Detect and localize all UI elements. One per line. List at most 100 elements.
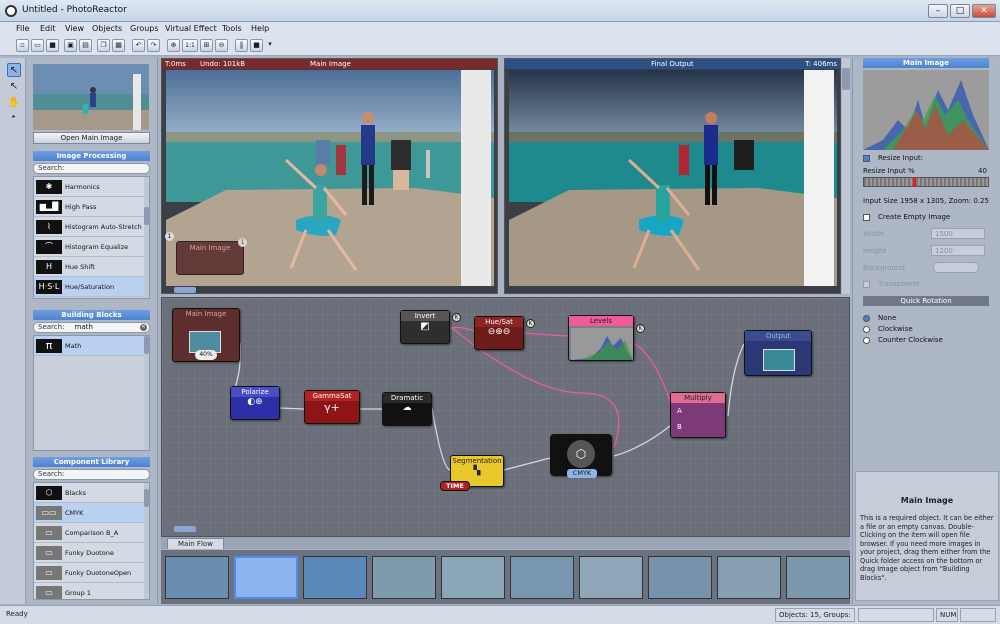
- building-blocks-search[interactable]: Search: math ✕: [33, 322, 150, 333]
- menu-tools[interactable]: Tools: [222, 24, 242, 33]
- clear-search-icon[interactable]: ✕: [140, 324, 147, 331]
- height-field[interactable]: 1200: [931, 245, 985, 256]
- undo-icon[interactable]: ↶: [132, 39, 145, 52]
- node-cmyk[interactable]: ⬡ CMYK: [550, 434, 612, 478]
- film-thumbnail[interactable]: [579, 556, 643, 599]
- node-dramatic[interactable]: Dramatic ☁: [382, 392, 432, 426]
- close-button[interactable]: ✕: [972, 4, 996, 18]
- zoom-in-icon[interactable]: ⊕: [167, 39, 180, 52]
- main-image-thumbnail[interactable]: [33, 64, 149, 130]
- stop-icon[interactable]: ■: [250, 39, 263, 52]
- create-empty-checkbox[interactable]: [863, 214, 870, 221]
- node-invert[interactable]: Invert ◩ K: [400, 310, 461, 344]
- resize-pct-value: 40: [978, 167, 987, 175]
- redo-icon[interactable]: ↷: [147, 39, 160, 52]
- component-library-search[interactable]: Search:: [33, 469, 150, 480]
- film-thumbnail[interactable]: [648, 556, 712, 599]
- rotation-clockwise-radio[interactable]: [863, 326, 870, 333]
- node-output[interactable]: Output: [744, 330, 812, 376]
- select-arrow-icon[interactable]: ↖: [7, 63, 21, 77]
- node-huesat[interactable]: Hue/Sat ⊖⊕⊖ K: [474, 316, 535, 350]
- list-item[interactable]: ▭▭ CMYK: [34, 503, 149, 523]
- fit-icon[interactable]: ⊞: [200, 39, 213, 52]
- main-viewer-scroll-thumb[interactable]: [174, 287, 196, 293]
- pause-icon[interactable]: ‖: [235, 39, 248, 52]
- paste-icon[interactable]: ▦: [112, 39, 125, 52]
- flow-canvas[interactable]: Main Image 40% Polarize ◐⊕ GammaSat γ+ D…: [161, 297, 850, 537]
- copy-icon[interactable]: ❐: [97, 39, 110, 52]
- list-item[interactable]: π Math: [34, 336, 149, 356]
- list-item[interactable]: ⌇ Histogram Auto-Stretch: [34, 217, 149, 237]
- minimize-button[interactable]: –: [928, 4, 948, 18]
- main-image-viewer[interactable]: T:0ms Undo: 101kB Main Image 1 Main Imag…: [161, 58, 498, 294]
- component-library-list: ⬡ Blacks ▭▭ CMYK ▭ Comparison B_A ▭ Funky Du…: [33, 482, 150, 600]
- expand-arrow-icon[interactable]: ▸: [7, 110, 21, 124]
- open-folder-icon[interactable]: ▭: [31, 39, 44, 52]
- list-item[interactable]: H Hue Shift: [34, 257, 149, 277]
- save-as-icon[interactable]: ▣: [64, 39, 77, 52]
- new-file-icon[interactable]: ▫: [16, 39, 29, 52]
- quick-rotation-header: Quick Rotation: [863, 296, 989, 306]
- list-item[interactable]: ⬡ Blacks: [34, 483, 149, 503]
- film-thumbnail[interactable]: [717, 556, 781, 599]
- zoom-out-icon[interactable]: ⊖: [215, 39, 228, 52]
- resize-slider-knob[interactable]: [913, 177, 917, 187]
- menu-edit[interactable]: Edit: [40, 24, 56, 33]
- resize-slider[interactable]: [863, 177, 989, 187]
- hand-pan-icon[interactable]: ✋: [7, 96, 21, 110]
- viewer-scrollbar[interactable]: [842, 58, 850, 294]
- rotation-none-radio[interactable]: [863, 315, 870, 322]
- port-a[interactable]: A: [677, 407, 682, 415]
- list-item[interactable]: ▭ Comparison B_A: [34, 523, 149, 543]
- zoom-actual-button[interactable]: 1:1: [182, 39, 198, 52]
- film-thumbnail[interactable]: [234, 556, 298, 599]
- node-levels[interactable]: Levels K: [568, 315, 645, 361]
- final-output-viewer[interactable]: Final Output T: 406ms: [504, 58, 841, 294]
- resize-input-checkbox[interactable]: [863, 155, 870, 162]
- open-main-image-button[interactable]: Open Main Image: [33, 132, 150, 144]
- node-polarize[interactable]: Polarize ◐⊕: [230, 386, 280, 420]
- node-multiply[interactable]: Multiply A B: [670, 392, 726, 438]
- menu-view[interactable]: View: [65, 24, 84, 33]
- film-thumbnail[interactable]: [441, 556, 505, 599]
- width-field[interactable]: 1500: [931, 228, 985, 239]
- pointer-icon[interactable]: ↖: [7, 80, 21, 94]
- cloud-icon: ☁: [402, 403, 412, 413]
- list-item[interactable]: ▭ Group 1: [34, 583, 149, 599]
- compare-icon: ▭: [36, 526, 62, 540]
- invert-icon: ◩: [420, 321, 430, 332]
- film-thumbnail[interactable]: [510, 556, 574, 599]
- list-item[interactable]: H·S·L Hue/Saturation: [34, 277, 149, 297]
- transparent-checkbox[interactable]: [863, 281, 870, 288]
- background-color-button[interactable]: [933, 262, 979, 273]
- tab-main-flow[interactable]: Main Flow: [167, 538, 224, 549]
- main-image-overlay-node[interactable]: Main Image 1: [176, 238, 247, 275]
- menu-groups[interactable]: Groups: [130, 24, 159, 33]
- film-thumbnail[interactable]: [303, 556, 367, 599]
- save-all-icon[interactable]: ▤: [79, 39, 92, 52]
- scrollbar[interactable]: [144, 336, 149, 450]
- list-item[interactable]: ✱ Harmonics: [34, 177, 149, 197]
- flow-scroll-thumb[interactable]: [174, 526, 196, 532]
- scrollbar[interactable]: [144, 177, 149, 298]
- maximize-button[interactable]: □: [950, 4, 970, 18]
- film-thumbnail[interactable]: [372, 556, 436, 599]
- list-item[interactable]: ▭ Funky DuotoneOpen: [34, 563, 149, 583]
- list-item[interactable]: ▭ Funky Duotone: [34, 543, 149, 563]
- film-thumbnail[interactable]: [786, 556, 850, 599]
- menu-virtual-effect[interactable]: Virtual Effect: [165, 24, 217, 33]
- film-thumbnail[interactable]: [165, 556, 229, 599]
- scrollbar[interactable]: [144, 483, 149, 599]
- node-gammasat[interactable]: GammaSat γ+: [304, 390, 360, 424]
- menu-file[interactable]: File: [16, 24, 29, 33]
- list-item[interactable]: ▆▂█ High Pass: [34, 197, 149, 217]
- port-b[interactable]: B: [677, 423, 682, 431]
- menu-objects[interactable]: Objects: [92, 24, 122, 33]
- save-icon[interactable]: ■: [46, 39, 59, 52]
- node-main-image[interactable]: Main Image 40%: [172, 308, 240, 362]
- image-processing-search[interactable]: Search:: [33, 163, 150, 174]
- list-item[interactable]: ⌒ Histogram Equalize: [34, 237, 149, 257]
- rotation-ccw-radio[interactable]: [863, 337, 870, 344]
- menu-help[interactable]: Help: [251, 24, 269, 33]
- toolbar-overflow-icon[interactable]: ▾: [266, 39, 274, 52]
